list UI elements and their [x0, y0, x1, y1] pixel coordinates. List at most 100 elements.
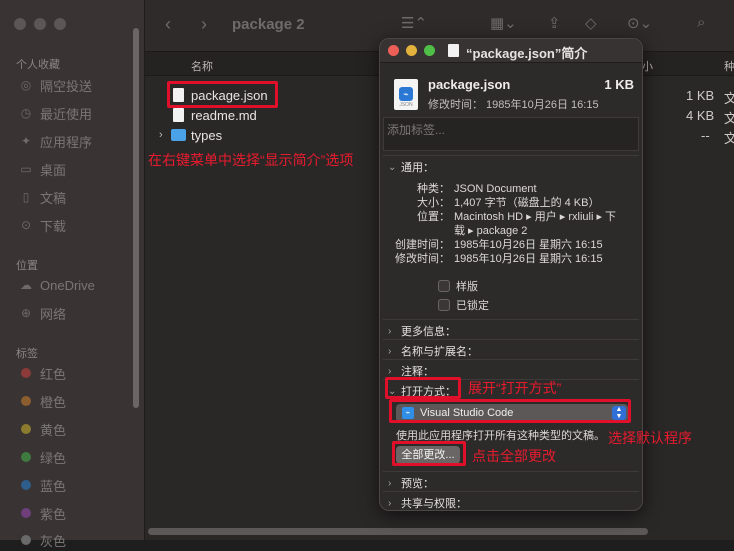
- sidebar-tag-yellow[interactable]: 黄色: [18, 418, 66, 440]
- sidebar-tag-orange[interactable]: 橙色: [18, 390, 66, 412]
- sidebar-item-network[interactable]: ⊕ 网络: [18, 302, 66, 324]
- file-kind: 文: [724, 91, 734, 106]
- sidebar-tag-red[interactable]: 红色: [18, 362, 66, 384]
- tags-header: 标签: [16, 348, 38, 360]
- section-label: 预览：: [401, 478, 434, 490]
- zoom-button[interactable]: [54, 18, 66, 30]
- sidebar-item-downloads[interactable]: ⊙ 下载: [18, 214, 66, 236]
- clock-icon: ◷: [20, 106, 32, 120]
- section-more-info[interactable]: › 更多信息：: [388, 323, 456, 339]
- sidebar-item-label: 黄色: [40, 422, 67, 438]
- chevron-right-icon: ›: [388, 325, 392, 337]
- locations-header: 位置: [16, 260, 38, 272]
- annotation-step4: 点击全部更改: [472, 448, 556, 464]
- json-file-icon: ⌁ JSON: [394, 79, 418, 110]
- desktop-icon: ▭: [20, 162, 32, 176]
- sidebar-item-applications[interactable]: ✦ 应用程序: [18, 130, 92, 152]
- tag-dot-icon: [21, 452, 31, 462]
- tags-placeholder: 添加标签...: [387, 123, 446, 137]
- sidebar-tag-gray[interactable]: 灰色: [18, 529, 66, 551]
- locked-checkbox[interactable]: 已锁定: [438, 297, 489, 313]
- checkbox-label: 已锁定: [456, 300, 489, 312]
- json-file-icon: [448, 44, 459, 57]
- sidebar-item-label: 桌面: [40, 162, 67, 178]
- divider: [383, 339, 639, 340]
- sidebar-item-onedrive[interactable]: ☁ OneDrive: [18, 274, 95, 296]
- section-label: 通用：: [401, 162, 434, 174]
- sidebar-item-label: 灰色: [40, 533, 67, 549]
- network-icon: ⊕: [20, 306, 32, 320]
- file-kind: 文: [724, 131, 734, 146]
- chevron-right-icon: ›: [388, 477, 392, 489]
- file-name: types: [191, 127, 223, 143]
- col-size[interactable]: 小: [642, 58, 653, 74]
- checkbox-icon: [438, 299, 450, 311]
- divider: [383, 359, 639, 360]
- folder-title: package 2: [232, 16, 305, 33]
- forward-icon[interactable]: ›: [201, 14, 207, 35]
- sidebar: 个人收藏 ◎ 隔空投送 ◷ 最近使用 ✦ 应用程序 ▭ 桌面 ▯ 文稿 ⊙ 下载 位置 ☁ O…: [0, 0, 145, 549]
- chevron-right-icon: ›: [388, 365, 392, 377]
- sidebar-item-documents[interactable]: ▯ 文稿: [18, 186, 66, 208]
- sidebar-scrollbar[interactable]: [133, 28, 139, 408]
- close-button[interactable]: [388, 45, 399, 56]
- share-icon[interactable]: ⇪: [548, 14, 561, 32]
- sidebar-item-label: 绿色: [40, 450, 67, 466]
- info-title: “package.json”简介: [466, 46, 588, 61]
- section-label: 名称与扩展名：: [401, 346, 478, 358]
- chevron-down-icon: ⌄: [388, 161, 397, 173]
- section-preview[interactable]: › 预览：: [388, 475, 434, 491]
- checkbox-label: 样版: [456, 281, 478, 293]
- back-icon[interactable]: ‹: [165, 14, 171, 35]
- sidebar-tag-green[interactable]: 绿色: [18, 446, 66, 468]
- sidebar-item-airdrop[interactable]: ◎ 隔空投送: [18, 74, 92, 96]
- sidebar-item-label: 网络: [40, 306, 67, 322]
- highlight-package-json: [167, 81, 278, 108]
- annotation-step2: 展开“打开方式”: [468, 380, 562, 396]
- list-view-icon[interactable]: ☰⌃: [401, 14, 427, 32]
- disclosure-icon[interactable]: ›: [159, 129, 163, 141]
- tag-dot-icon: [21, 396, 31, 406]
- group-icon[interactable]: ▦⌄: [490, 14, 517, 32]
- highlight-open-with: [385, 377, 461, 399]
- col-kind[interactable]: 种: [724, 58, 734, 74]
- finder-window: 个人收藏 ◎ 隔空投送 ◷ 最近使用 ✦ 应用程序 ▭ 桌面 ▯ 文稿 ⊙ 下载 位置 ☁ O…: [0, 0, 734, 549]
- zoom-button[interactable]: [424, 45, 435, 56]
- file-size: 4 KB: [686, 108, 715, 123]
- section-label: 更多信息：: [401, 326, 456, 338]
- tag-dot-icon: [21, 535, 31, 545]
- minimize-button[interactable]: [406, 45, 417, 56]
- sidebar-item-recents[interactable]: ◷ 最近使用: [18, 102, 92, 124]
- tag-dot-icon: [21, 424, 31, 434]
- section-name-ext[interactable]: › 名称与扩展名：: [388, 343, 478, 359]
- window-controls: [14, 18, 66, 30]
- col-name[interactable]: 名称: [191, 58, 213, 74]
- file-size: 1 KB: [686, 88, 715, 103]
- horizontal-scrollbar[interactable]: [148, 528, 648, 535]
- minimize-button[interactable]: [34, 18, 46, 30]
- search-icon[interactable]: ⌕: [697, 14, 705, 31]
- sidebar-item-label: 最近使用: [40, 106, 93, 122]
- sidebar-tag-purple[interactable]: 紫色: [18, 502, 66, 524]
- info-window-controls: [388, 45, 435, 56]
- download-icon: ⊙: [20, 218, 32, 232]
- stationery-checkbox[interactable]: 样版: [438, 278, 478, 294]
- file-size: --: [701, 128, 710, 143]
- document-icon: [173, 108, 184, 122]
- file-name: readme.md: [191, 107, 257, 123]
- tag-icon[interactable]: ◇: [585, 14, 597, 32]
- close-button[interactable]: [14, 18, 26, 30]
- sidebar-item-label: 红色: [40, 366, 67, 382]
- info-file-size: 1 KB: [604, 77, 634, 92]
- highlight-app-select: [389, 399, 631, 423]
- section-sharing[interactable]: › 共享与权限：: [388, 495, 467, 511]
- sidebar-item-desktop[interactable]: ▭ 桌面: [18, 158, 66, 180]
- chevron-right-icon: ›: [388, 345, 392, 357]
- chevron-right-icon: ›: [388, 497, 392, 509]
- divider: [383, 471, 639, 472]
- tags-input[interactable]: 添加标签...: [383, 117, 639, 151]
- section-general[interactable]: ⌄ 通用：: [388, 159, 434, 175]
- more-actions-icon[interactable]: ⊙⌄: [627, 14, 652, 32]
- sidebar-item-label: 文稿: [40, 190, 67, 206]
- sidebar-tag-blue[interactable]: 蓝色: [18, 474, 66, 496]
